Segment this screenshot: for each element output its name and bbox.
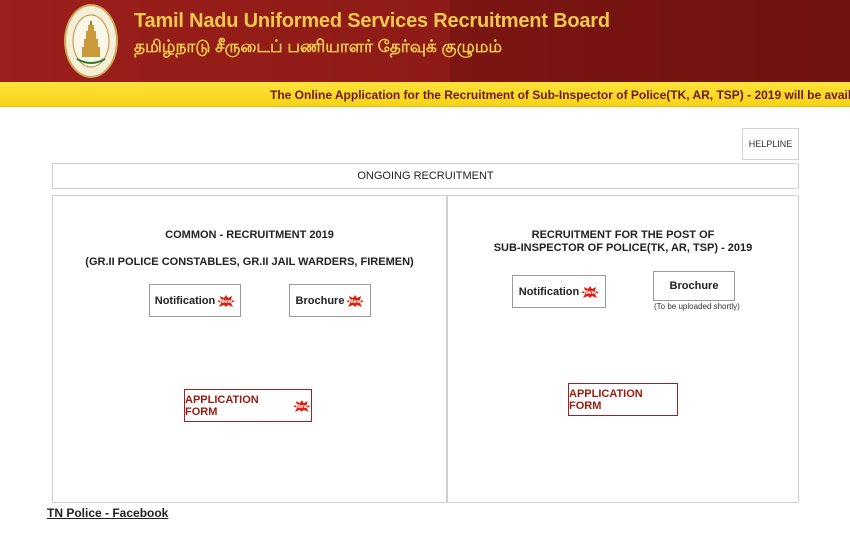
common-recruitment-panel: COMMON - RECRUITMENT 2019 (GR.II POLICE … xyxy=(52,195,447,503)
notification-button[interactable]: Notification New xyxy=(512,275,606,308)
application-form-label: APPLICATION FORM xyxy=(185,393,259,418)
brochure-label: Brochure xyxy=(295,294,345,307)
application-form-button[interactable]: APPLICATION FORM xyxy=(568,383,678,416)
notification-label: Notification xyxy=(154,294,216,307)
svg-text:New: New xyxy=(296,403,308,409)
panel-subtitle: (GR.II POLICE CONSTABLES, GR.II JAIL WAR… xyxy=(85,256,414,268)
panel-subtitle: SUB-INSPECTOR OF POLICE(TK, AR, TSP) - 2… xyxy=(493,242,753,254)
tn-government-emblem-icon[interactable] xyxy=(64,4,118,78)
new-badge-icon: New xyxy=(217,294,236,307)
site-header: Tamil Nadu Uniformed Services Recruitmen… xyxy=(0,0,850,82)
notification-button[interactable]: Notification New xyxy=(149,284,241,317)
emblem-temple-icon xyxy=(72,14,110,68)
application-form-label: APPLICATION FORM xyxy=(569,387,643,412)
facebook-link[interactable]: TN Police - Facebook xyxy=(47,506,168,520)
board-title-english: Tamil Nadu Uniformed Services Recruitmen… xyxy=(134,10,610,32)
helpline-button[interactable]: HELPLINE xyxy=(742,128,799,160)
panel-title: COMMON - RECRUITMENT 2019 xyxy=(165,229,334,241)
brochure-button[interactable]: Brochure xyxy=(653,271,735,301)
svg-text:New: New xyxy=(584,290,597,296)
brochure-label: Brochure xyxy=(669,280,719,292)
new-badge-icon: New xyxy=(581,285,600,298)
notification-label: Notification xyxy=(518,285,580,298)
application-form-button[interactable]: APPLICATION FORM New xyxy=(184,389,312,422)
brochure-note: (To be uploaded shortly) xyxy=(654,302,740,311)
ongoing-recruitment-heading: ONGOING RECRUITMENT xyxy=(52,163,799,189)
panel-title: RECRUITMENT FOR THE POST OF xyxy=(531,229,715,241)
brochure-button[interactable]: Brochure New xyxy=(289,284,371,317)
announcement-ticker[interactable]: The Online Application for the Recruitme… xyxy=(0,82,850,107)
si-police-recruitment-panel: RECRUITMENT FOR THE POST OF SUB-INSPECTO… xyxy=(447,195,799,503)
board-title-tamil: தமிழ்நாடு சீருடைப் பணியாளர் தேர்வுக் குழ… xyxy=(134,37,503,56)
ticker-text[interactable]: The Online Application for the Recruitme… xyxy=(270,88,850,102)
svg-text:New: New xyxy=(220,299,233,305)
svg-text:New: New xyxy=(349,299,362,305)
new-badge-icon: New xyxy=(293,399,311,412)
new-badge-icon: New xyxy=(346,294,365,307)
